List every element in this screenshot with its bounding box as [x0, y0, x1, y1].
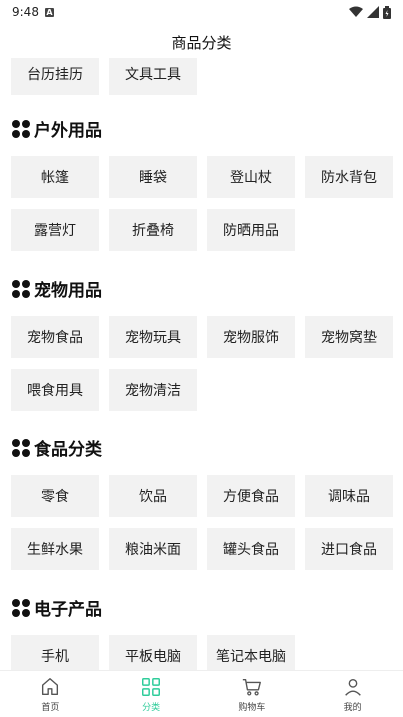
cart-icon — [242, 678, 261, 696]
clover-icon — [12, 438, 30, 457]
category-chip[interactable]: 方便食品 — [207, 475, 295, 517]
status-time: 9:48 — [12, 5, 39, 19]
section-title: 电子产品 — [34, 600, 102, 620]
category-chip[interactable]: 宠物窝垫 — [305, 316, 393, 358]
wifi-icon — [349, 6, 363, 17]
grid-icon — [142, 677, 161, 696]
section-header: 户外用品 — [12, 116, 102, 141]
category-chip[interactable]: 笔记本电脑 — [207, 635, 295, 670]
category-chip[interactable]: 生鲜水果 — [11, 528, 99, 570]
section-title: 食品分类 — [34, 440, 102, 460]
section-title: 户外用品 — [34, 121, 102, 141]
category-chip[interactable]: 宠物服饰 — [207, 316, 295, 358]
category-chip[interactable]: 罐头食品 — [207, 528, 295, 570]
tab-label: 首页 — [41, 702, 60, 713]
section-header: 食品分类 — [12, 435, 102, 460]
category-chip[interactable]: 防水背包 — [305, 156, 393, 198]
signal-icon — [367, 6, 379, 18]
category-chip[interactable]: 调味品 — [305, 475, 393, 517]
page-title-bar: 商品分类 — [0, 24, 403, 60]
battery-icon — [383, 5, 391, 19]
tab-label: 我的 — [343, 702, 362, 713]
clover-icon — [12, 279, 30, 298]
category-list[interactable]: 台历挂历 文具工具 户外用品 帐篷 睡袋 登山杖 防水背包 露营灯 折叠椅 防晒… — [0, 58, 403, 670]
clover-icon — [12, 598, 30, 617]
notification-icon: A — [44, 7, 54, 17]
tab-label: 分类 — [142, 702, 161, 713]
status-bar: 9:48 A — [0, 0, 403, 24]
tab-home[interactable]: 首页 — [10, 676, 90, 713]
tab-label: 购物车 — [238, 702, 266, 713]
category-chip[interactable]: 粮油米面 — [109, 528, 197, 570]
category-chip[interactable]: 台历挂历 — [11, 58, 99, 95]
category-chip[interactable]: 宠物清洁 — [109, 369, 197, 411]
category-chip[interactable]: 进口食品 — [305, 528, 393, 570]
category-chip[interactable]: 折叠椅 — [109, 209, 197, 251]
category-chip[interactable]: 文具工具 — [109, 58, 197, 95]
category-chip[interactable]: 防晒用品 — [207, 209, 295, 251]
category-chip[interactable]: 睡袋 — [109, 156, 197, 198]
bottom-tab-bar: 首页 分类 购物车 我的 — [0, 670, 403, 717]
category-chip[interactable]: 零食 — [11, 475, 99, 517]
clover-icon — [12, 119, 30, 138]
category-chip[interactable]: 宠物食品 — [11, 316, 99, 358]
category-chip[interactable]: 饮品 — [109, 475, 197, 517]
category-chip[interactable]: 宠物玩具 — [109, 316, 197, 358]
home-icon — [42, 677, 59, 695]
category-chip[interactable]: 手机 — [11, 635, 99, 670]
tab-category[interactable]: 分类 — [111, 676, 191, 713]
category-chip[interactable]: 平板电脑 — [109, 635, 197, 670]
user-icon — [344, 678, 361, 696]
category-chip[interactable]: 登山杖 — [207, 156, 295, 198]
section-title: 宠物用品 — [34, 281, 102, 301]
tab-profile[interactable]: 我的 — [313, 676, 393, 713]
tab-cart[interactable]: 购物车 — [212, 676, 292, 713]
page-title: 商品分类 — [171, 33, 232, 52]
section-header: 宠物用品 — [12, 276, 102, 301]
category-chip[interactable]: 露营灯 — [11, 209, 99, 251]
category-chip[interactable]: 喂食用具 — [11, 369, 99, 411]
section-header: 电子产品 — [12, 595, 102, 620]
category-chip[interactable]: 帐篷 — [11, 156, 99, 198]
